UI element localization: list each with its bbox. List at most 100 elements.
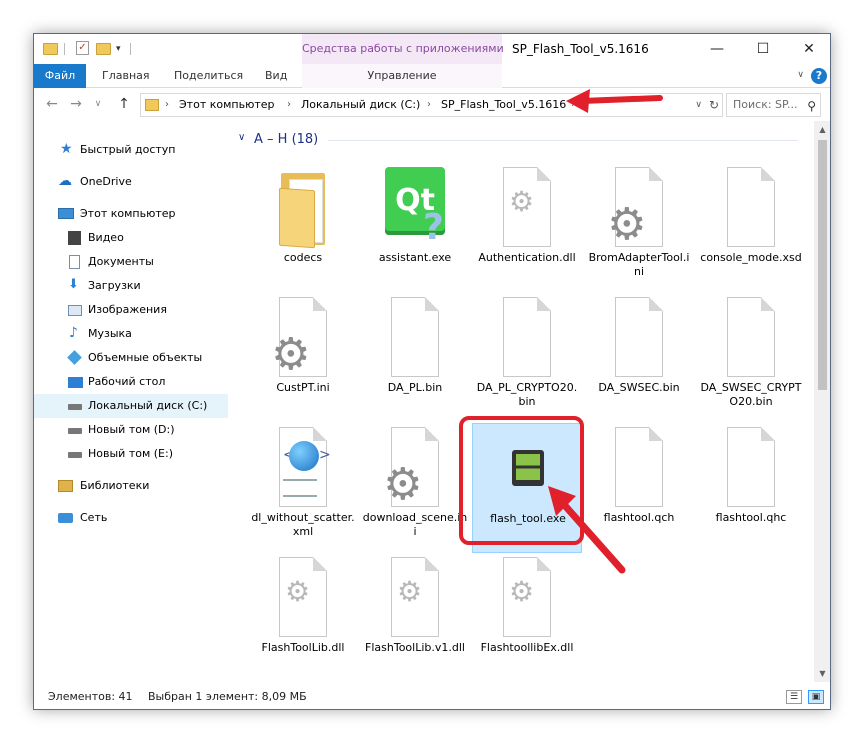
file-item-da-pl-bin[interactable]: DA_PL.bin bbox=[360, 293, 470, 423]
folder-icon bbox=[145, 99, 159, 111]
file-name: flash_tool.exe bbox=[490, 512, 566, 525]
file-item-da-swsec-bin[interactable]: DA_SWSEC.bin bbox=[584, 293, 694, 423]
back-button[interactable]: ← bbox=[42, 96, 62, 112]
ribbon-expand-icon[interactable]: ∨ bbox=[797, 70, 804, 80]
file-item-authentication-dll[interactable]: ⚙ Authentication.dll bbox=[472, 163, 582, 293]
sidebar-item-video[interactable]: Видео bbox=[34, 226, 228, 250]
folder-icon[interactable] bbox=[43, 43, 58, 55]
toolbar-divider bbox=[130, 43, 131, 55]
tab-manage[interactable]: Управление bbox=[302, 64, 502, 88]
group-header[interactable]: A – H (18) bbox=[254, 131, 318, 149]
help-icon[interactable]: ? bbox=[811, 68, 827, 84]
file-item-flashtoollib-v1-dll[interactable]: ⚙ FlashToolLib.v1.dll bbox=[360, 553, 470, 682]
file-name: Authentication.dll bbox=[478, 251, 576, 264]
minimize-button[interactable]: — bbox=[694, 34, 740, 64]
breadcrumb-current-folder[interactable]: SP_Flash_Tool_v5.1616 bbox=[441, 94, 566, 116]
sidebar-item-3d-objects[interactable]: Объемные объекты bbox=[34, 346, 228, 370]
sidebar-item-downloads[interactable]: ⬇ Загрузки bbox=[34, 274, 228, 298]
sidebar-item-volume-d[interactable]: Новый том (D:) bbox=[34, 418, 228, 442]
quick-access-dropdown-icon[interactable]: ▾ bbox=[116, 44, 121, 60]
file-name: assistant.exe bbox=[378, 251, 452, 264]
tab-home[interactable]: Главная bbox=[102, 64, 150, 88]
file-name: flashtool.qch bbox=[603, 511, 675, 524]
scrollbar-thumb[interactable] bbox=[818, 140, 827, 390]
properties-icon[interactable]: ✓ bbox=[76, 41, 89, 55]
file-item-dl-without-scatter-xml[interactable]: < > dl_without_scatter.xml bbox=[248, 423, 358, 553]
breadcrumb-chevron-icon[interactable]: › bbox=[165, 94, 169, 116]
breadcrumb-local-disk[interactable]: Локальный диск (C:) bbox=[301, 94, 420, 116]
large-icons-view-icon[interactable]: ▣ bbox=[808, 690, 824, 704]
sidebar-item-music[interactable]: ♪ Музыка bbox=[34, 322, 228, 346]
window-title: SP_Flash_Tool_v5.1616 bbox=[512, 42, 649, 56]
new-folder-icon[interactable] bbox=[96, 43, 111, 55]
sidebar-item-this-pc[interactable]: Этот компьютер bbox=[34, 202, 228, 226]
sidebar-item-label: Загрузки bbox=[88, 279, 141, 292]
breadcrumb-chevron-icon[interactable]: › bbox=[571, 94, 575, 116]
ini-file-icon: ⚙ bbox=[607, 167, 671, 247]
tab-view[interactable]: Вид bbox=[265, 64, 287, 88]
address-bar[interactable]: › Этот компьютер › Локальный диск (C:) ›… bbox=[140, 93, 723, 117]
file-item-codecs[interactable]: codecs bbox=[248, 163, 358, 293]
breadcrumb-this-pc[interactable]: Этот компьютер bbox=[179, 94, 275, 116]
dll-file-icon: ⚙ bbox=[383, 557, 447, 637]
file-item-da-swsec-crypto20-bin[interactable]: DA_SWSEC_CRYPTO20.bin bbox=[696, 293, 806, 423]
sidebar-item-label: Музыка bbox=[88, 327, 132, 340]
cloud-icon: ☁ bbox=[58, 173, 72, 189]
blank-file-icon bbox=[607, 297, 671, 377]
sidebar-item-label: Видео bbox=[88, 231, 124, 244]
file-item-flashtool-qch[interactable]: flashtool.qch bbox=[584, 423, 694, 553]
sidebar-item-quick-access[interactable]: ★ Быстрый доступ bbox=[34, 138, 228, 162]
file-name: DA_PL.bin bbox=[387, 381, 443, 394]
sidebar-item-documents[interactable]: Документы bbox=[34, 250, 228, 274]
drive-icon bbox=[68, 452, 82, 458]
file-name: codecs bbox=[283, 251, 323, 264]
item-count: Элементов: 41 bbox=[48, 690, 133, 703]
tab-share[interactable]: Поделиться bbox=[174, 64, 243, 88]
sidebar-item-volume-e[interactable]: Новый том (E:) bbox=[34, 442, 228, 466]
sidebar-item-onedrive[interactable]: ☁ OneDrive bbox=[34, 170, 228, 194]
tab-file[interactable]: Файл bbox=[34, 64, 86, 88]
vertical-scrollbar[interactable]: ▲ ▼ bbox=[814, 121, 830, 682]
ini-file-icon: ⚙ bbox=[271, 297, 335, 377]
sidebar-item-desktop[interactable]: Рабочий стол bbox=[34, 370, 228, 394]
file-name: DA_SWSEC.bin bbox=[598, 381, 680, 394]
forward-button[interactable]: → bbox=[66, 96, 86, 112]
file-item-da-pl-crypto20-bin[interactable]: DA_PL_CRYPTO20.bin bbox=[472, 293, 582, 423]
scroll-up-icon[interactable]: ▲ bbox=[814, 121, 830, 138]
chevron-down-icon[interactable]: ∨ bbox=[238, 132, 245, 143]
file-item-flash-tool-exe[interactable]: flash_tool.exe bbox=[472, 423, 582, 553]
file-item-custpt-ini[interactable]: ⚙ CustPT.ini bbox=[248, 293, 358, 423]
refresh-icon[interactable]: ↻ bbox=[709, 94, 719, 116]
file-item-flashtoollibex-dll[interactable]: ⚙ FlashtoollibEx.dll bbox=[472, 553, 582, 682]
sidebar-item-label: Быстрый доступ bbox=[80, 143, 176, 156]
file-item-assistant[interactable]: Qt? assistant.exe bbox=[360, 163, 470, 293]
document-icon bbox=[69, 255, 80, 269]
sidebar-item-pictures[interactable]: Изображения bbox=[34, 298, 228, 322]
recent-locations-button[interactable]: ∨ bbox=[88, 99, 108, 109]
maximize-button[interactable]: ☐ bbox=[740, 34, 786, 64]
file-item-download-scene-ini[interactable]: ⚙ download_scene.ini bbox=[360, 423, 470, 553]
android-app-icon bbox=[496, 428, 560, 508]
sidebar-item-network[interactable]: Сеть bbox=[34, 506, 228, 530]
ribbon-tabs: Файл Главная Поделиться Вид Управление ∨… bbox=[34, 64, 830, 88]
sidebar-item-local-disk-c[interactable]: Локальный диск (C:) bbox=[34, 394, 228, 418]
close-button[interactable]: ✕ bbox=[786, 34, 830, 64]
file-item-flashtoollib-dll[interactable]: ⚙ FlashToolLib.dll bbox=[248, 553, 358, 682]
file-name: console_mode.xsd bbox=[700, 251, 802, 264]
search-icon: ⚲ bbox=[807, 99, 816, 113]
file-item-bromadaptertool-ini[interactable]: ⚙ BromAdapterTool.ini bbox=[584, 163, 694, 293]
address-dropdown-icon[interactable]: ∨ bbox=[695, 94, 702, 116]
file-item-flashtool-qhc[interactable]: flashtool.qhc bbox=[696, 423, 806, 553]
details-view-icon[interactable]: ☰ bbox=[786, 690, 802, 704]
file-name: FlashtoollibEx.dll bbox=[480, 641, 574, 654]
sidebar-item-label: Объемные объекты bbox=[88, 351, 203, 364]
sidebar-item-libraries[interactable]: Библиотеки bbox=[34, 474, 228, 498]
file-item-console-mode-xsd[interactable]: console_mode.xsd bbox=[696, 163, 806, 293]
scroll-down-icon[interactable]: ▼ bbox=[814, 665, 830, 682]
breadcrumb-chevron-icon[interactable]: › bbox=[427, 94, 431, 116]
breadcrumb-chevron-icon[interactable]: › bbox=[287, 94, 291, 116]
xml-file-icon: < > bbox=[271, 427, 335, 507]
navigation-pane: ★ Быстрый доступ ☁ OneDrive Этот компьют… bbox=[34, 121, 228, 682]
search-input[interactable]: Поиск: SP... ⚲ bbox=[726, 93, 821, 117]
up-button[interactable]: ↑ bbox=[114, 96, 134, 112]
